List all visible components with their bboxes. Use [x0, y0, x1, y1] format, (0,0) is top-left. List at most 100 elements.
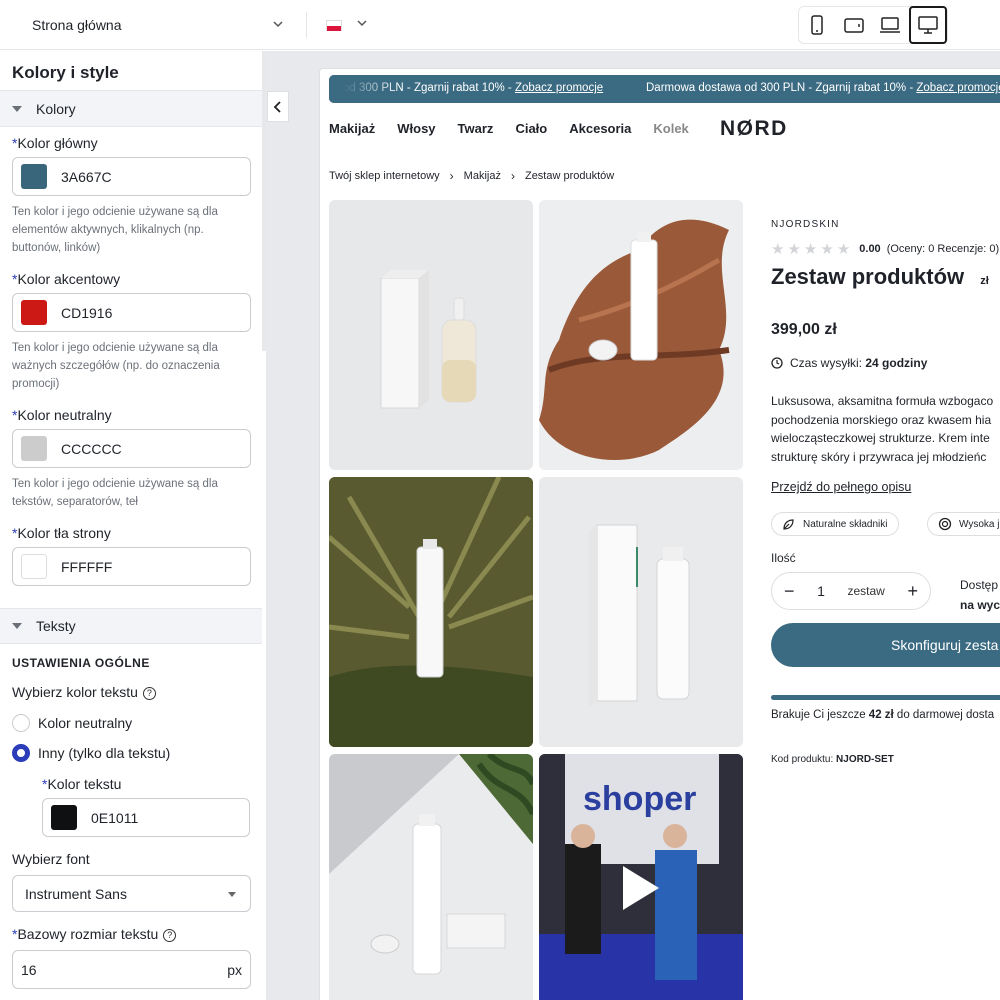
nav-item-hair[interactable]: Włosy [397, 121, 435, 136]
availability: Dostęp na wyc [960, 575, 1000, 615]
accent-color-swatch[interactable] [21, 300, 47, 325]
product-code: Kod produktu: NJORD-SET [771, 754, 894, 765]
breadcrumb: Twój sklep internetowy › Makijaż › Zesta… [329, 169, 614, 183]
device-tablet-button[interactable] [836, 7, 873, 43]
product-title-tail: zł [980, 275, 989, 287]
product-image-cream-shadow[interactable] [329, 754, 533, 1000]
laptop-icon [880, 17, 901, 33]
nav-item-body[interactable]: Ciało [515, 121, 547, 136]
product-image-cream-driftwood[interactable] [539, 200, 743, 470]
store-logo[interactable]: NØRD [720, 117, 788, 141]
text-color-label: *Kolor tekstu [42, 776, 122, 792]
star-icon: ★ [803, 241, 818, 258]
main-color-swatch[interactable] [21, 164, 47, 189]
section-texts-toggle[interactable]: Teksty [0, 608, 262, 644]
radio-button-selected[interactable] [12, 744, 30, 762]
device-mobile-button[interactable] [799, 7, 836, 43]
product-description: Luksusowa, aksamitna formuła wzbogaco po… [771, 394, 994, 464]
language-select[interactable] [306, 0, 368, 50]
text-color-input[interactable]: 0E1011 [42, 798, 250, 837]
quantity-unit: zestaw [847, 584, 885, 598]
plus-icon[interactable]: + [907, 581, 918, 602]
quantity-value[interactable]: 1 [817, 583, 825, 599]
device-switcher [798, 5, 948, 44]
styles-sidebar: Kolory i style Kolory *Kolor główny 3A66… [0, 51, 262, 1000]
bg-color-swatch[interactable] [21, 554, 47, 579]
breadcrumb-item-home[interactable]: Twój sklep internetowy [329, 170, 440, 182]
radio-neutral-label: Kolor neutralny [38, 715, 133, 731]
device-laptop-button[interactable] [872, 7, 909, 43]
product-video[interactable]: shoper [539, 754, 743, 1000]
font-select[interactable]: Instrument Sans [12, 875, 251, 912]
device-desktop-button[interactable] [908, 5, 948, 44]
shipping-time: Czas wysyłki: 24 godziny [771, 356, 927, 370]
accent-color-label: *Kolor akcentowy [12, 271, 121, 287]
minus-icon[interactable]: − [784, 581, 795, 602]
phone-icon [811, 15, 823, 35]
nav-item-makeup[interactable]: Makijaż [329, 121, 375, 136]
text-color-swatch[interactable] [51, 805, 77, 830]
bg-color-label: *Kolor tła strony [12, 525, 111, 541]
promo-link-1[interactable]: Zobacz promocje [515, 82, 603, 94]
promo-link-2[interactable]: Zobacz promocje [916, 82, 1000, 94]
neutral-color-label: *Kolor neutralny [12, 407, 112, 423]
page-select-label: Strona główna [32, 17, 122, 33]
radio-other-label: Inny (tylko dla tekstu) [38, 745, 171, 761]
radio-other[interactable]: Inny (tylko dla tekstu) [0, 738, 262, 768]
feature-chip-quality: Wysoka j [927, 512, 1000, 536]
clock-icon [771, 357, 783, 369]
accent-color-hint: Ten kolor i jego odcienie używane są dla… [12, 342, 220, 390]
chevron-down-icon [273, 21, 283, 28]
radio-button[interactable] [12, 714, 30, 732]
chevron-down-icon [357, 20, 367, 27]
product-brand[interactable]: NJORDSKIN [771, 219, 840, 230]
neutral-color-field: *Kolor neutralny CCCCCC Ten kolor i jego… [0, 407, 262, 511]
triangle-down-icon [12, 623, 22, 629]
neutral-color-input[interactable]: CCCCCC [12, 429, 251, 468]
configure-set-button[interactable]: Skonfiguruj zesta [771, 623, 1000, 667]
base-size-value: 16 [21, 961, 37, 978]
main-color-value: 3A667C [61, 168, 112, 185]
product-rating[interactable]: ★ ★ ★ ★ ★ 0.00 (Oceny: 0 Recenzje: 0) [771, 240, 999, 258]
font-field: Wybierz font Instrument Sans [0, 851, 262, 912]
rating-value: 0.00 [859, 243, 881, 255]
product-image-serum-box[interactable] [329, 200, 533, 470]
full-description-link[interactable]: Przejdź do pełnego opisu [771, 480, 911, 494]
leaf-icon [783, 518, 794, 530]
product-image-cream-grass[interactable] [329, 477, 533, 747]
help-icon[interactable]: ? [142, 686, 156, 700]
nav-item-accessories[interactable]: Akcesoria [569, 121, 631, 136]
nav-item-collections[interactable]: Kolek [653, 121, 688, 136]
main-color-hint: Ten kolor i jego odcienie używane są dla… [12, 206, 218, 254]
base-size-unit: px [227, 961, 242, 978]
product-image-cream-box[interactable] [539, 477, 743, 747]
accent-color-input[interactable]: CD1916 [12, 293, 251, 332]
collapse-sidebar-button[interactable] [267, 91, 289, 122]
radio-neutral[interactable]: Kolor neutralny [0, 708, 262, 738]
poland-flag-icon [326, 19, 342, 31]
text-color-value: 0E1011 [91, 809, 139, 826]
main-color-label: *Kolor główny [12, 135, 98, 151]
page-select[interactable]: Strona główna [0, 0, 300, 50]
help-icon[interactable]: ? [163, 928, 177, 942]
promo-message-2: Darmowa dostawa od 300 PLN - Zgarnij rab… [646, 82, 1000, 94]
sidebar-title: Kolory i style [0, 51, 262, 91]
availability-value: na wyc [960, 598, 1000, 612]
section-colors-toggle[interactable]: Kolory [0, 91, 262, 127]
breadcrumb-item-category[interactable]: Makijaż [464, 170, 501, 182]
base-size-label: *Bazowy rozmiar tekstu? [12, 926, 250, 946]
product-title: Zestaw produktów zł [771, 264, 989, 289]
top-bar: Strona główna [0, 0, 1000, 50]
bg-color-input[interactable]: FFFFFF [12, 547, 251, 586]
tablet-icon [844, 18, 864, 33]
main-color-input[interactable]: 3A667C [12, 157, 251, 196]
neutral-color-swatch[interactable] [21, 436, 47, 461]
nav-item-face[interactable]: Twarz [458, 121, 494, 136]
text-color-choice-label: Wybierz kolor tekstu? [0, 684, 262, 704]
product-price: 399,00 zł [771, 321, 837, 338]
base-size-input[interactable]: 16 px [12, 950, 251, 989]
section-colors-label: Kolory [36, 100, 76, 117]
neutral-color-value: CCCCCC [61, 440, 122, 457]
star-icon: ★ [836, 241, 851, 258]
star-icon: ★ [820, 241, 834, 258]
